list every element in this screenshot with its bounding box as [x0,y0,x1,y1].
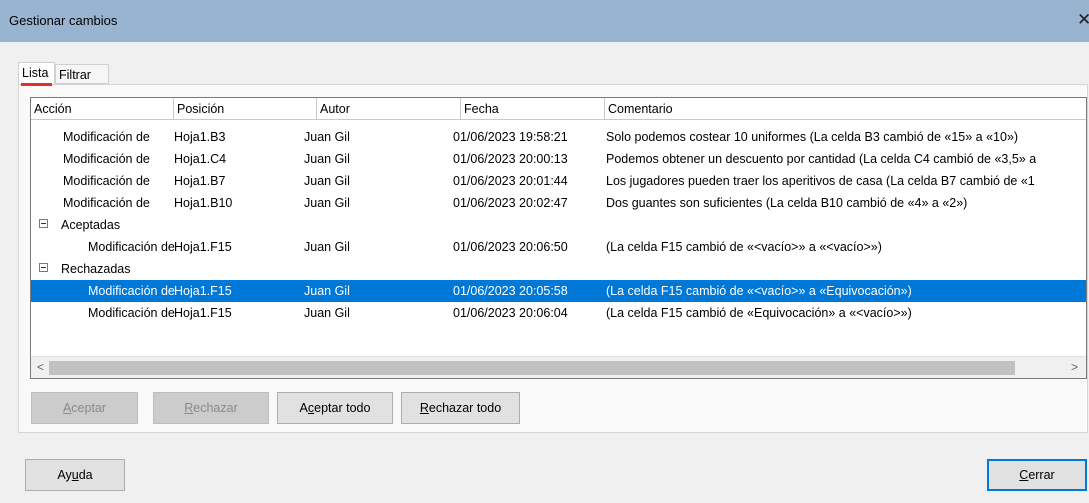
help-button[interactable]: Ayuda [25,459,125,491]
cell-accion: Modificación de [63,152,150,166]
close-mnemonic: C [1019,468,1029,482]
list-item-selected[interactable]: Modificación de Hoja1.F15 Juan Gil 01/06… [31,280,1086,302]
cell-fecha: 01/06/2023 20:00:13 [453,152,568,166]
cell-posicion: Hoja1.B3 [174,130,226,144]
reject-all-mnemonic: R [419,401,429,415]
cell-autor: Juan Gil [304,306,350,320]
cell-accion: Modificación de [88,240,175,254]
cell-autor: Juan Gil [304,130,350,144]
list-item[interactable]: Modificación de Hoja1.B10 Juan Gil 01/06… [31,192,1086,214]
cell-fecha: 01/06/2023 20:06:04 [453,306,568,320]
group-label: Rechazadas [61,262,131,276]
cell-comentario: Dos guantes son suficientes (La celda B1… [606,196,968,210]
scrollbar-thumb[interactable] [49,361,1015,375]
cell-comentario: (La celda F15 cambió de «<vacío>» a «<va… [606,240,882,254]
cell-posicion: Hoja1.B7 [174,174,226,188]
cell-posicion: Hoja1.F15 [174,284,232,298]
column-header-accion[interactable]: Acción [31,98,174,120]
scroll-left-icon[interactable]: < [37,360,44,374]
cell-accion: Modificación de [63,130,150,144]
cell-fecha: 01/06/2023 20:01:44 [453,174,568,188]
tab-filtrar[interactable]: Filtrar [55,64,109,84]
close-icon[interactable]: ✕ [1077,10,1089,30]
tab-lista-label: Lista [22,66,49,80]
cell-posicion: Hoja1.B10 [174,196,233,210]
accept-all-button[interactable]: Aceptar todo [277,392,393,424]
group-row-rechazadas[interactable]: Rechazadas [31,258,1086,280]
list-item[interactable]: Modificación de Hoja1.F15 Juan Gil 01/06… [31,302,1086,324]
changes-list[interactable]: Acción Posición Autor Fecha Comentario M… [30,97,1087,379]
title-bar: Gestionar cambios ✕ [0,0,1089,42]
cell-accion: Modificación de [88,284,175,298]
cell-fecha: 01/06/2023 20:02:47 [453,196,568,210]
group-row-aceptadas[interactable]: Aceptadas [31,214,1086,236]
accept-button-label: ceptar [71,401,107,415]
horizontal-scrollbar[interactable]: < > [31,356,1086,378]
list-item[interactable]: Modificación de Hoja1.F15 Juan Gil 01/06… [31,236,1086,258]
column-header-comentario[interactable]: Comentario [605,98,1086,120]
cell-comentario: Podemos obtener un descuento por cantida… [606,152,1037,166]
active-tab-indicator [21,83,52,86]
help-label: da [78,468,93,482]
list-item[interactable]: Modificación de Hoja1.C4 Juan Gil 01/06/… [31,148,1086,170]
window-title: Gestionar cambios [9,13,118,28]
cell-comentario: (La celda F15 cambió de «<vacío>» a «Equ… [606,284,912,298]
collapse-icon[interactable] [39,263,48,272]
cell-autor: Juan Gil [304,196,350,210]
reject-all-label: echazar todo [428,401,502,415]
column-header-autor[interactable]: Autor [317,98,461,120]
reject-button-mnemonic: R [184,401,194,415]
cell-comentario: Solo podemos costear 10 uniformes (La ce… [606,130,1019,144]
accept-all-label: eptar todo [314,401,371,415]
cell-comentario: (La celda F15 cambió de «Equivocación» a… [606,306,912,320]
reject-all-button[interactable]: Rechazar todo [401,392,520,424]
cell-fecha: 01/06/2023 19:58:21 [453,130,568,144]
collapse-icon[interactable] [39,219,48,228]
accept-all-prefix: A [299,401,308,415]
help-prefix: Ay [57,468,72,482]
accept-button[interactable]: Aceptar [31,392,138,424]
cell-fecha: 01/06/2023 20:06:50 [453,240,568,254]
cell-fecha: 01/06/2023 20:05:58 [453,284,568,298]
cell-autor: Juan Gil [304,152,350,166]
reject-button[interactable]: Rechazar [153,392,269,424]
cell-autor: Juan Gil [304,174,350,188]
cell-autor: Juan Gil [304,284,350,298]
cell-accion: Modificación de [88,306,175,320]
list-item[interactable]: Modificación de Hoja1.B7 Juan Gil 01/06/… [31,170,1086,192]
close-label: errar [1028,468,1055,482]
cell-accion: Modificación de [63,174,150,188]
tab-filtrar-label: Filtrar [59,68,91,82]
cell-accion: Modificación de [63,196,150,210]
cell-posicion: Hoja1.F15 [174,240,232,254]
tab-lista[interactable]: Lista [18,62,55,86]
column-header-fecha[interactable]: Fecha [461,98,605,120]
cell-comentario: Los jugadores pueden traer los aperitivo… [606,174,1035,188]
group-label: Aceptadas [61,218,121,232]
list-header: Acción Posición Autor Fecha Comentario [31,98,1086,120]
cell-posicion: Hoja1.F15 [174,306,232,320]
cell-autor: Juan Gil [304,240,350,254]
column-header-posicion[interactable]: Posición [174,98,317,120]
close-button[interactable]: Cerrar [987,459,1087,491]
reject-button-label: echazar [193,401,238,415]
cell-posicion: Hoja1.C4 [174,152,227,166]
help-mnemonic: u [71,468,79,482]
scroll-right-icon[interactable]: > [1071,360,1078,374]
list-item[interactable]: Modificación de Hoja1.B3 Juan Gil 01/06/… [31,126,1086,148]
